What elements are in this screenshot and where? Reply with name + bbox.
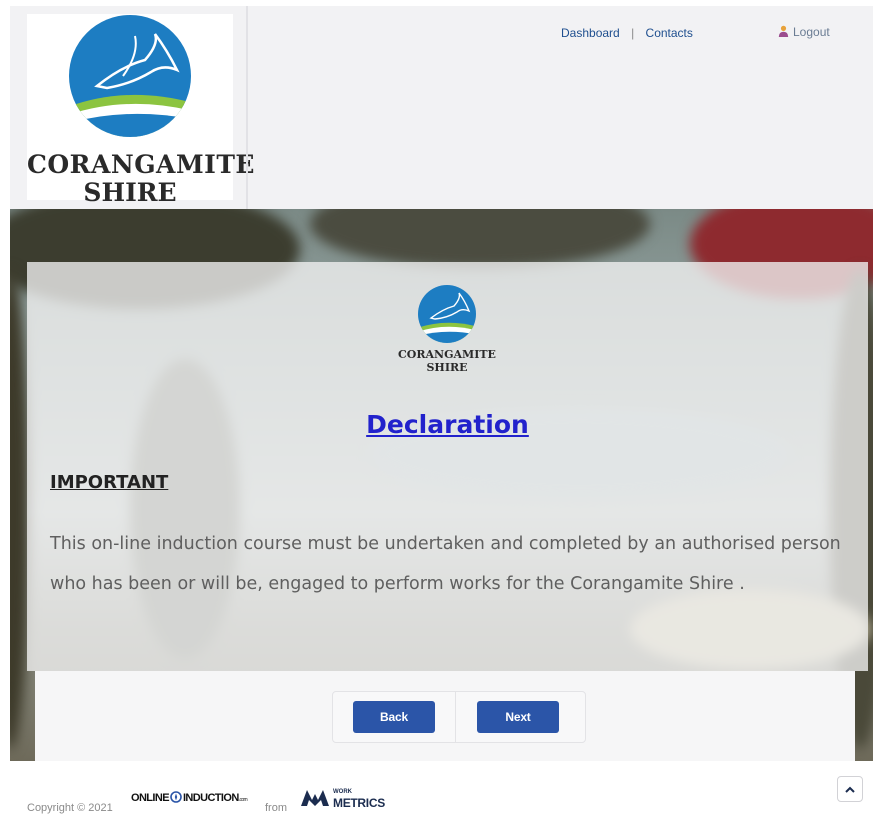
back-button[interactable]: Back xyxy=(353,701,435,733)
logout-link[interactable]: Logout xyxy=(778,25,830,39)
workmetrics-small: WORK xyxy=(333,789,352,795)
from-text: from xyxy=(265,802,287,814)
scroll-to-top-button[interactable] xyxy=(837,776,863,802)
declaration-text: This on-line induction course must be un… xyxy=(50,534,841,594)
nav-separator: | xyxy=(631,26,635,40)
header-divider xyxy=(246,6,248,209)
user-icon xyxy=(778,25,789,37)
button-group-divider xyxy=(455,692,456,742)
workmetrics-big: METRICS xyxy=(333,796,385,810)
important-heading: IMPORTANT xyxy=(50,472,169,493)
compass-icon xyxy=(170,791,182,803)
online-induction-wordmark: ONLINE INDUCTION.com xyxy=(131,791,248,804)
oi-main: ONLINE xyxy=(131,792,170,804)
top-nav: Dashboard | Contacts xyxy=(561,26,693,40)
bird-logo-icon xyxy=(69,15,191,137)
header: CORANGAMITE SHIRE Dashboard | Contacts L… xyxy=(10,6,873,209)
logo-wordmark-line2: SHIRE xyxy=(83,178,177,207)
card-logo-line2: SHIRE xyxy=(426,361,468,374)
logout-label: Logout xyxy=(793,25,830,39)
next-button[interactable]: Next xyxy=(477,701,559,733)
workmetrics-logo[interactable]: WORK METRICS xyxy=(294,784,398,813)
oi-main2: INDUCTION xyxy=(182,792,239,804)
copyright-text: Copyright © 2021 xyxy=(27,802,113,814)
card-logo-line1: CORANGAMITE xyxy=(398,348,496,361)
chevron-up-icon xyxy=(845,786,855,793)
oi-suffix: .com xyxy=(238,797,248,803)
navigation-button-group: Back Next xyxy=(332,691,586,743)
logo-wordmark-line1: CORANGAMITE xyxy=(27,150,255,179)
card-logo: CORANGAMITE SHIRE xyxy=(393,284,501,380)
nav-contacts-link[interactable]: Contacts xyxy=(646,26,693,40)
workmetrics-mark-icon xyxy=(301,790,329,806)
nav-dashboard-link[interactable]: Dashboard xyxy=(561,26,620,40)
declaration-card: CORANGAMITE SHIRE Declaration IMPORTANT … xyxy=(27,262,868,671)
bird-logo-icon xyxy=(418,285,476,343)
corangamite-logo[interactable]: CORANGAMITE SHIRE xyxy=(27,14,255,207)
page-title[interactable]: Declaration xyxy=(27,410,868,439)
online-induction-logo[interactable]: ONLINE INDUCTION.com xyxy=(129,784,262,812)
